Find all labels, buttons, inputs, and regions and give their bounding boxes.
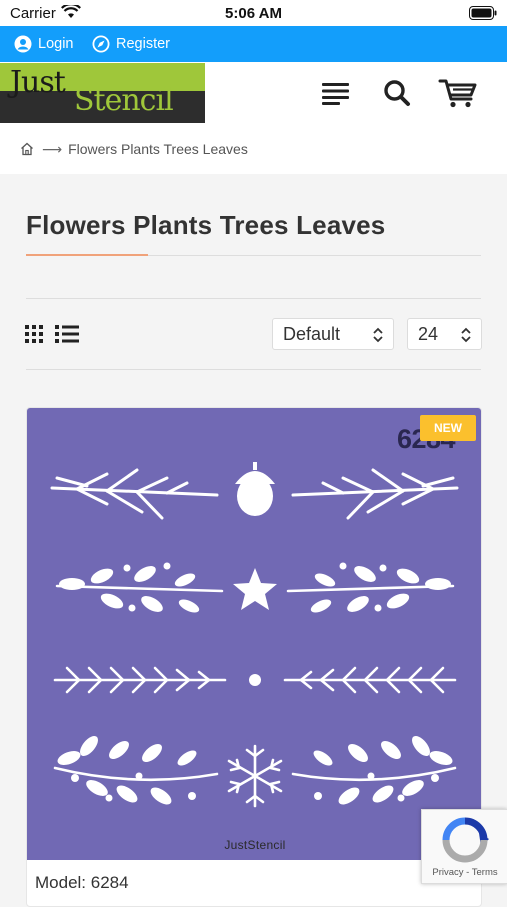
clock: 5:06 AM <box>225 5 282 22</box>
new-badge: NEW <box>420 415 476 441</box>
category-content: Flowers Plants Trees Leaves Default 24 N… <box>0 174 507 907</box>
recaptcha-icon <box>442 817 489 863</box>
product-image[interactable]: 6284 NEW JustStencil <box>27 408 481 860</box>
limit-select-value: 24 <box>418 323 439 344</box>
select-arrows-icon <box>373 327 383 343</box>
menu-icon <box>322 83 349 105</box>
search-icon <box>384 80 410 106</box>
account-bar: Login Register <box>0 26 507 62</box>
product-card[interactable]: 6284 NEW JustStencil Model: 6284 <box>26 407 482 907</box>
toolbar-divider-bottom <box>26 369 481 370</box>
site-logo[interactable]: Just Stencil <box>0 63 205 123</box>
breadcrumb: ⟶ Flowers Plants Trees Leaves <box>0 124 507 174</box>
register-label: Register <box>116 36 170 52</box>
brand-tag: JustStencil <box>224 838 286 852</box>
recaptcha-links[interactable]: Privacy - Terms <box>422 867 507 878</box>
home-icon[interactable] <box>20 142 34 156</box>
stencil-pattern <box>50 462 459 808</box>
user-icon <box>14 35 32 53</box>
page-title: Flowers Plants Trees Leaves <box>26 210 386 240</box>
logo-text-stencil: Stencil <box>74 83 174 118</box>
sort-select-value: Default <box>283 323 341 344</box>
compass-icon <box>92 35 110 53</box>
list-view-icon[interactable] <box>55 325 79 343</box>
toolbar-divider-top <box>26 298 481 299</box>
limit-select[interactable]: 24 <box>407 318 482 350</box>
recaptcha-badge[interactable]: Privacy - Terms <box>421 809 507 884</box>
title-accent-bar <box>26 254 148 256</box>
battery-icon <box>469 6 497 20</box>
logo-text-just: Just <box>10 65 66 100</box>
product-model[interactable]: Model: 6284 <box>35 873 129 893</box>
register-link[interactable]: Register <box>92 26 170 62</box>
login-link[interactable]: Login <box>14 26 73 62</box>
cart-button[interactable] <box>438 74 478 112</box>
grid-view-icon[interactable] <box>25 325 43 343</box>
sort-select[interactable]: Default <box>272 318 394 350</box>
cart-icon <box>438 79 477 108</box>
select-arrows-icon <box>461 327 471 343</box>
search-button[interactable] <box>377 74 417 112</box>
login-label: Login <box>38 36 74 52</box>
breadcrumb-current: Flowers Plants Trees Leaves <box>68 141 248 157</box>
site-header: Just Stencil <box>0 62 507 124</box>
breadcrumb-arrow-icon: ⟶ <box>42 140 63 157</box>
menu-button[interactable] <box>316 74 356 112</box>
status-bar: Carrier 5:06 AM <box>0 0 507 26</box>
